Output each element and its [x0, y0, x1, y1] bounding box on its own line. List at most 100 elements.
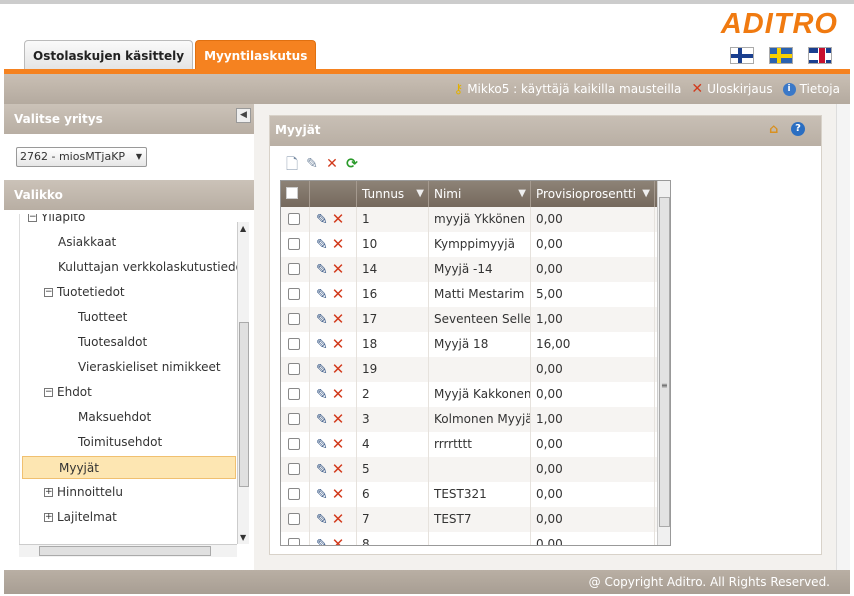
menu-item[interactable]: Vieraskieliset nimikkeet: [78, 356, 221, 379]
edit-icon[interactable]: ✎: [316, 412, 328, 428]
delete-icon[interactable]: ✕: [332, 335, 345, 353]
collapse-sidebar-button[interactable]: ◀: [236, 108, 251, 123]
edit-icon[interactable]: ✎: [316, 387, 328, 403]
menu-item[interactable]: − Tuotetiedot: [44, 281, 125, 304]
edit-icon[interactable]: ✎: [316, 312, 328, 328]
menu-item[interactable]: Myyjät: [22, 456, 236, 479]
tab-myyntilaskutus[interactable]: Myyntilaskutus: [195, 40, 317, 70]
edit-icon[interactable]: ✎: [316, 487, 328, 503]
edit-icon[interactable]: ✎: [316, 537, 328, 545]
info-link[interactable]: i Tietoja: [782, 82, 840, 96]
delete-icon[interactable]: ✕: [332, 235, 345, 253]
menu-item[interactable]: Kuluttajan verkkolaskutustiedot: [58, 256, 237, 279]
grid-vertical-scrollbar[interactable]: ≡: [657, 181, 670, 545]
row-checkbox[interactable]: [288, 213, 300, 225]
row-checkbox[interactable]: [288, 363, 300, 375]
refresh-icon[interactable]: ⟳: [344, 156, 360, 172]
table-row[interactable]: ✎ ✕ 3 Kolmonen Myyjä 1,00: [281, 407, 670, 432]
edit-icon[interactable]: ✎: [304, 156, 320, 172]
delete-icon[interactable]: ✕: [332, 535, 345, 545]
filter-icon[interactable]: ▼: [416, 181, 424, 207]
edit-icon[interactable]: ✎: [316, 262, 328, 278]
menu-item[interactable]: Tuotteet: [78, 306, 127, 329]
tree-horizontal-scrollbar[interactable]: [19, 544, 237, 557]
filter-icon[interactable]: ▼: [518, 181, 526, 207]
row-checkbox[interactable]: [288, 288, 300, 300]
delete-icon[interactable]: ✕: [332, 260, 345, 278]
table-row[interactable]: ✎ ✕ 14 Myyjä -14 0,00: [281, 257, 670, 282]
sweden-flag-icon[interactable]: [769, 47, 793, 64]
column-header-commission[interactable]: Provisioprosentti ▼: [531, 181, 655, 207]
row-checkbox[interactable]: [288, 488, 300, 500]
row-checkbox[interactable]: [288, 513, 300, 525]
table-row[interactable]: ✎ ✕ 17 Seventeen Seller 1,00: [281, 307, 670, 332]
table-row[interactable]: ✎ ✕ 5 0,00: [281, 457, 670, 482]
main-vertical-scrollbar[interactable]: [836, 104, 850, 570]
home-icon[interactable]: ⌂: [769, 122, 785, 138]
row-checkbox[interactable]: [288, 538, 300, 545]
menu-item[interactable]: Maksuehdot: [78, 406, 151, 429]
edit-icon[interactable]: ✎: [316, 437, 328, 453]
collapse-icon[interactable]: −: [44, 288, 53, 297]
finland-flag-icon[interactable]: [730, 47, 754, 64]
table-row[interactable]: ✎ ✕ 4 rrrrtttt 0,00: [281, 432, 670, 457]
edit-icon[interactable]: ✎: [316, 462, 328, 478]
delete-icon[interactable]: ✕: [332, 460, 345, 478]
tree-vertical-scrollbar[interactable]: ▲ ▼: [237, 222, 249, 544]
menu-item[interactable]: + Hinnoittelu: [44, 481, 123, 504]
delete-icon[interactable]: ✕: [332, 310, 345, 328]
table-row[interactable]: ✎ ✕ 19 0,00: [281, 357, 670, 382]
menu-item[interactable]: − Ehdot: [44, 381, 92, 404]
row-checkbox[interactable]: [288, 338, 300, 350]
grid-scroll-thumb[interactable]: [659, 197, 670, 527]
expand-icon[interactable]: +: [44, 513, 53, 522]
tab-ostolaskujen-kasittely[interactable]: Ostolaskujen käsittely: [24, 40, 194, 70]
delete-icon[interactable]: ✕: [324, 156, 340, 172]
delete-icon[interactable]: ✕: [332, 485, 345, 503]
edit-icon[interactable]: ✎: [316, 337, 328, 353]
delete-icon[interactable]: ✕: [332, 410, 345, 428]
edit-icon[interactable]: ✎: [316, 287, 328, 303]
new-document-icon[interactable]: 🗋: [284, 156, 300, 172]
tree-scroll-thumb[interactable]: [239, 322, 249, 487]
uk-flag-icon[interactable]: [808, 47, 832, 64]
collapse-icon[interactable]: −: [28, 214, 37, 222]
edit-icon[interactable]: ✎: [316, 237, 328, 253]
edit-icon[interactable]: ✎: [316, 512, 328, 528]
delete-icon[interactable]: ✕: [332, 385, 345, 403]
help-icon[interactable]: ?: [791, 122, 805, 136]
row-checkbox[interactable]: [288, 388, 300, 400]
select-all-checkbox[interactable]: [286, 187, 298, 199]
company-select[interactable]: 2762 - miosMTjaKP ▼: [16, 147, 147, 167]
delete-icon[interactable]: ✕: [332, 285, 345, 303]
current-user[interactable]: ⚷ Mikko5 : käyttäjä kaikilla mausteilla: [454, 82, 682, 97]
menu-item[interactable]: − Ylläpito: [28, 214, 85, 229]
table-row[interactable]: ✎ ✕ 10 Kymppimyyjä 0,00: [281, 232, 670, 257]
menu-item[interactable]: Toimitusehdot: [78, 431, 162, 454]
table-row[interactable]: ✎ ✕ 2 Myyjä Kakkonen 0,00: [281, 382, 670, 407]
edit-icon[interactable]: ✎: [316, 212, 328, 228]
menu-item[interactable]: Asiakkaat: [58, 231, 116, 254]
table-row[interactable]: ✎ ✕ 18 Myyjä 18 16,00: [281, 332, 670, 357]
delete-icon[interactable]: ✕: [332, 360, 345, 378]
row-checkbox[interactable]: [288, 263, 300, 275]
column-header-id[interactable]: Tunnus ▼: [357, 181, 429, 207]
scroll-up-icon[interactable]: ▲: [240, 224, 246, 233]
tree-hscroll-thumb[interactable]: [39, 546, 211, 556]
delete-icon[interactable]: ✕: [332, 435, 345, 453]
table-row[interactable]: ✎ ✕ 8 0,00: [281, 532, 670, 545]
row-checkbox[interactable]: [288, 238, 300, 250]
row-checkbox[interactable]: [288, 413, 300, 425]
expand-icon[interactable]: +: [44, 488, 53, 497]
table-row[interactable]: ✎ ✕ 7 TEST7 0,00: [281, 507, 670, 532]
row-checkbox[interactable]: [288, 463, 300, 475]
menu-item[interactable]: Tuotesaldot: [78, 331, 147, 354]
collapse-icon[interactable]: −: [44, 388, 53, 397]
table-row[interactable]: ✎ ✕ 6 TEST321 0,00: [281, 482, 670, 507]
logout-link[interactable]: ✕ Uloskirjaus: [691, 81, 772, 97]
column-header-name[interactable]: Nimi ▼: [429, 181, 531, 207]
table-row[interactable]: ✎ ✕ 16 Matti Mestarim 5,00: [281, 282, 670, 307]
delete-icon[interactable]: ✕: [332, 210, 345, 228]
edit-icon[interactable]: ✎: [316, 362, 328, 378]
table-row[interactable]: ✎ ✕ 1 myyjä Ykkönen 0,00: [281, 207, 670, 232]
